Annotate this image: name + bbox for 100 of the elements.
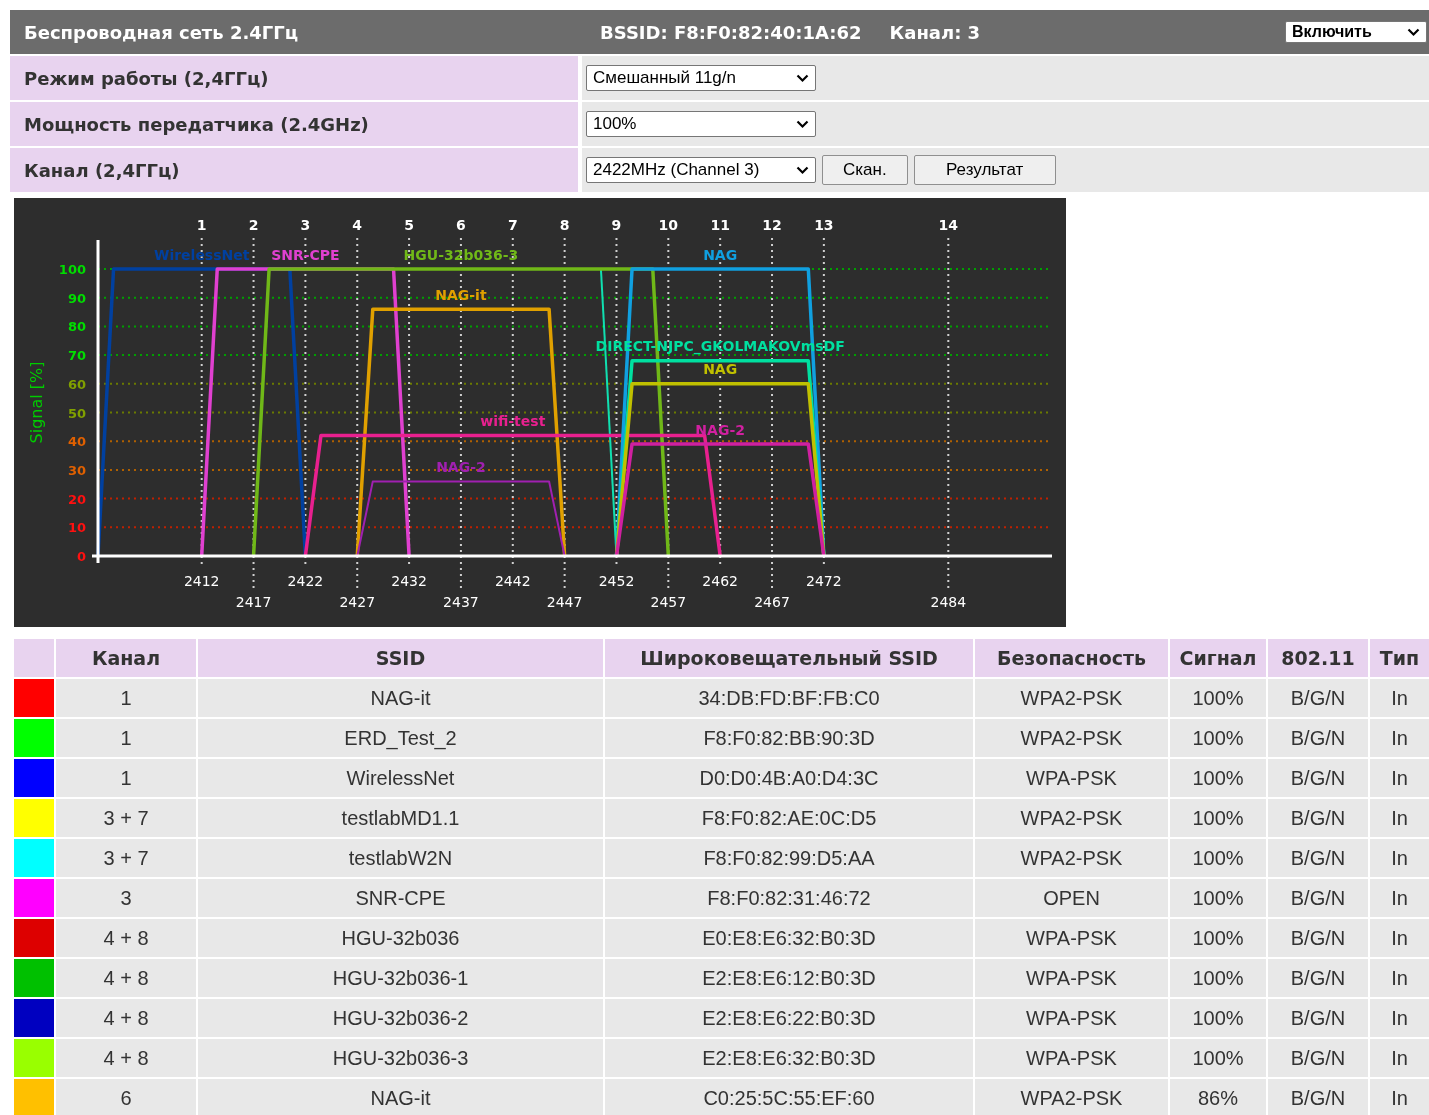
table-cell: WPA-PSK bbox=[975, 759, 1168, 797]
channel-number: 13 bbox=[814, 217, 834, 233]
table-cell: In bbox=[1370, 799, 1429, 837]
channel-number: 14 bbox=[938, 217, 959, 233]
network-label: NAG bbox=[703, 246, 738, 263]
table-cell: 100% bbox=[1170, 959, 1266, 997]
table-cell: 3 + 7 bbox=[56, 799, 196, 837]
table-cell: 4 + 8 bbox=[56, 999, 196, 1037]
y-tick-label: 30 bbox=[67, 462, 86, 478]
setting-label: Канал (2,4ГГц) bbox=[10, 148, 578, 192]
frequency-label: 2457 bbox=[650, 594, 687, 610]
frequency-label: 2462 bbox=[702, 573, 738, 589]
column-header: 802.11 bbox=[1268, 639, 1368, 677]
y-tick-label: 80 bbox=[67, 319, 86, 335]
table-cell: F8:F0:82:BB:90:3D bbox=[605, 719, 973, 757]
table-cell: 100% bbox=[1170, 919, 1266, 957]
table-cell: B/G/N bbox=[1268, 1079, 1368, 1115]
table-cell: B/G/N bbox=[1268, 759, 1368, 797]
channel-number: 1 bbox=[196, 217, 207, 233]
table-cell: In bbox=[1370, 679, 1429, 717]
table-cell: B/G/N bbox=[1268, 839, 1368, 877]
table-cell: HGU-32b036 bbox=[198, 919, 603, 957]
frequency-label: 2472 bbox=[806, 573, 842, 589]
network-label: NAG-2 bbox=[695, 421, 745, 438]
table-cell: WPA-PSK bbox=[975, 1039, 1168, 1077]
table-cell: F8:F0:82:99:D5:AA bbox=[605, 839, 973, 877]
channel-number: 10 bbox=[658, 217, 679, 233]
table-cell: HGU-32b036-1 bbox=[198, 959, 603, 997]
y-tick-label: 90 bbox=[67, 290, 86, 306]
table-cell: In bbox=[1370, 919, 1429, 957]
frequency-label: 2452 bbox=[598, 573, 635, 589]
table-cell: WirelessNet bbox=[198, 759, 603, 797]
frequency-label: 2437 bbox=[443, 594, 479, 610]
table-cell: 1 bbox=[56, 719, 196, 757]
table-cell: 100% bbox=[1170, 999, 1266, 1037]
table-cell: WPA-PSK bbox=[975, 999, 1168, 1037]
network-label: NAG bbox=[703, 361, 738, 378]
table-cell: D0:D0:4B:A0:D4:3C bbox=[605, 759, 973, 797]
table-cell: E0:E8:E6:32:B0:3D bbox=[605, 919, 973, 957]
table-cell: In bbox=[1370, 1039, 1429, 1077]
channel-label: Канал: 3 bbox=[889, 21, 981, 43]
column-header: Тип bbox=[1370, 639, 1429, 677]
frequency-label: 2447 bbox=[546, 594, 583, 610]
network-label: NAG-2 bbox=[436, 459, 486, 476]
frequency-label: 2422 bbox=[287, 573, 324, 589]
y-axis-label: Signal [%] bbox=[27, 361, 46, 444]
table-cell: 100% bbox=[1170, 679, 1266, 717]
frequency-label: 2412 bbox=[183, 573, 220, 589]
table-cell: B/G/N bbox=[1268, 959, 1368, 997]
table-cell: 3 bbox=[56, 879, 196, 917]
channel-number: 4 bbox=[352, 217, 363, 233]
table-cell: 3 + 7 bbox=[56, 839, 196, 877]
table-cell: F8:F0:82:31:46:72 bbox=[605, 879, 973, 917]
table-cell: WPA-PSK bbox=[975, 919, 1168, 957]
table-cell: NAG-it bbox=[198, 1079, 603, 1115]
channel-number: 12 bbox=[762, 217, 782, 233]
table-cell: OPEN bbox=[975, 879, 1168, 917]
frequency-label: 2432 bbox=[391, 573, 427, 589]
table-cell: B/G/N bbox=[1268, 679, 1368, 717]
y-tick-label: 20 bbox=[67, 491, 86, 507]
table-cell: WPA2-PSK bbox=[975, 799, 1168, 837]
channel-number: 3 bbox=[300, 217, 311, 233]
table-cell: 100% bbox=[1170, 839, 1266, 877]
frequency-label: 2467 bbox=[754, 594, 790, 610]
channel-number: 5 bbox=[404, 217, 414, 233]
y-tick-label: 70 bbox=[67, 348, 86, 364]
setting-label: Мощность передатчика (2.4GHz) bbox=[10, 102, 578, 146]
table-cell: WPA2-PSK bbox=[975, 679, 1168, 717]
table-cell: WPA-PSK bbox=[975, 959, 1168, 997]
y-tick-label: 0 bbox=[76, 549, 86, 564]
channel-number: 9 bbox=[611, 217, 622, 233]
bssid-label: BSSID: F8:F0:82:40:1A:62 bbox=[600, 21, 862, 43]
table-cell: NAG-it bbox=[198, 679, 603, 717]
table-cell: 100% bbox=[1170, 759, 1266, 797]
network-label: SNR-CPE bbox=[271, 246, 340, 263]
y-tick-label: 50 bbox=[67, 405, 86, 421]
table-cell: WPA2-PSK bbox=[975, 719, 1168, 757]
y-tick-label: 100 bbox=[58, 262, 86, 277]
frequency-label: 2417 bbox=[235, 594, 272, 610]
table-cell: In bbox=[1370, 1079, 1429, 1115]
table-cell: 86% bbox=[1170, 1079, 1266, 1115]
table-cell: 100% bbox=[1170, 879, 1266, 917]
column-header: Широковещательный SSID bbox=[605, 639, 973, 677]
table-cell: WPA2-PSK bbox=[975, 1079, 1168, 1115]
table-cell: 34:DB:FD:BF:FB:C0 bbox=[605, 679, 973, 717]
table-cell: In bbox=[1370, 839, 1429, 877]
table-cell: 4 + 8 bbox=[56, 919, 196, 957]
table-cell: B/G/N bbox=[1268, 719, 1368, 757]
table-cell: 1 bbox=[56, 679, 196, 717]
setting-label: Режим работы (2,4ГГц) bbox=[10, 56, 578, 100]
table-cell: E2:E8:E6:22:B0:3D bbox=[605, 999, 973, 1037]
y-tick-label: 60 bbox=[67, 376, 86, 392]
channel-number: 6 bbox=[456, 217, 466, 233]
table-cell: In bbox=[1370, 759, 1429, 797]
frequency-label: 2427 bbox=[339, 594, 376, 610]
channel-number: 2 bbox=[248, 217, 259, 233]
table-cell: B/G/N bbox=[1268, 879, 1368, 917]
table-cell: 4 + 8 bbox=[56, 959, 196, 997]
network-label: wifi-test bbox=[480, 413, 546, 430]
table-cell: E2:E8:E6:12:B0:3D bbox=[605, 959, 973, 997]
